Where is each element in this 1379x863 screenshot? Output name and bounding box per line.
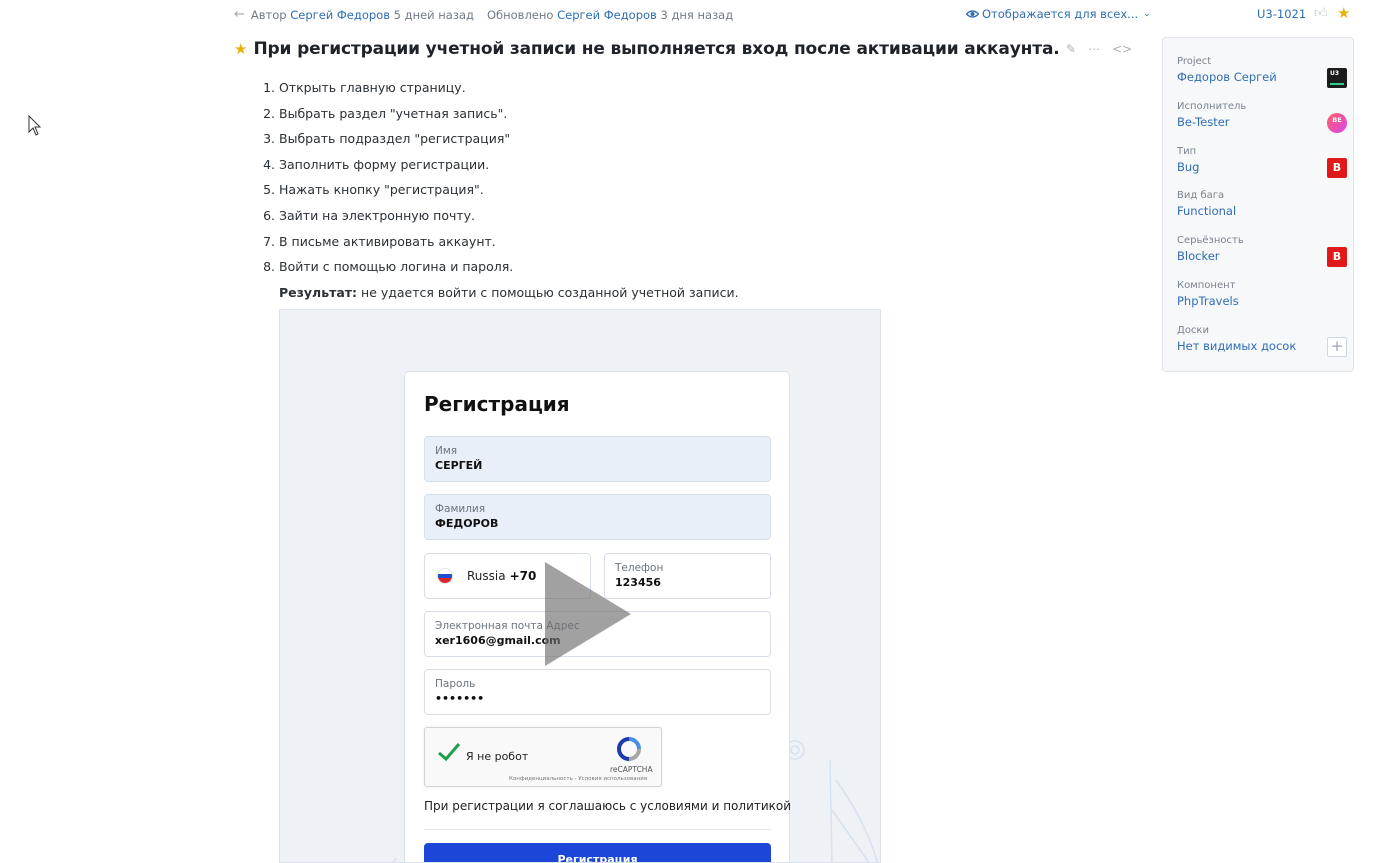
password-label: Пароль bbox=[435, 678, 476, 690]
issue-meta-bar: ← Автор Сергей Федоров 5 дней назад Обно… bbox=[234, 4, 1354, 23]
form-title: Регистрация bbox=[424, 392, 570, 416]
play-icon[interactable] bbox=[545, 562, 633, 666]
prop-label: Доски bbox=[1177, 325, 1209, 336]
issue-title-row: ★ При регистрации учетной записи не выпо… bbox=[234, 39, 1060, 59]
prop-bug-kind: Вид бага Functional bbox=[1177, 190, 1347, 218]
result-text: не удается войти с помощью созданной уче… bbox=[357, 285, 739, 300]
first-name-field[interactable]: Имя СЕРГЕЙ bbox=[424, 436, 771, 482]
prop-type: Тип Bug B bbox=[1177, 146, 1347, 178]
prop-value[interactable]: Федоров Сергей bbox=[1177, 70, 1347, 84]
author-link[interactable]: Сергей Федоров bbox=[290, 8, 390, 22]
country-code: +70 bbox=[509, 569, 537, 583]
visibility-label: Отображается для всех... bbox=[982, 7, 1139, 21]
prop-label: Исполнитель bbox=[1177, 101, 1247, 112]
prop-label: Вид бага bbox=[1177, 190, 1225, 201]
recaptcha-icon bbox=[616, 737, 641, 761]
title-actions: ✎ ⋯ <> bbox=[1066, 42, 1132, 56]
consent-text: При регистрации я соглашаюсь с условиями… bbox=[424, 799, 792, 813]
prop-label: Серьёзность bbox=[1177, 235, 1244, 246]
prop-component: Компонент PhpTravels bbox=[1177, 280, 1347, 308]
star-icon[interactable]: ★ bbox=[234, 40, 247, 58]
prop-value[interactable]: Functional bbox=[1177, 204, 1347, 218]
prop-value[interactable]: Bug bbox=[1177, 160, 1347, 174]
prop-label: Project bbox=[1177, 56, 1212, 67]
prop-label: Тип bbox=[1177, 146, 1197, 157]
last-name-value: ФЕДОРОВ bbox=[435, 517, 499, 530]
checkmark-icon bbox=[438, 743, 461, 762]
first-name-label: Имя bbox=[435, 445, 458, 457]
avatar: BE bbox=[1327, 113, 1347, 133]
star-icon[interactable]: ★ bbox=[1337, 4, 1350, 22]
captcha-brand: reCAPTCHA bbox=[610, 765, 653, 774]
email-value: xer1606@gmail.com bbox=[435, 634, 561, 647]
created-ago: 5 дней назад bbox=[393, 7, 474, 22]
pencil-icon[interactable]: ✎ bbox=[1066, 42, 1076, 56]
updated-prefix: Обновлено bbox=[486, 7, 554, 22]
issue-id-link[interactable]: U3-1021 bbox=[1257, 7, 1306, 21]
thumbs-up-icon[interactable]: 👍︎ bbox=[1314, 6, 1328, 21]
result-label: Результат: bbox=[279, 285, 358, 300]
updater-link[interactable]: Сергей Федоров bbox=[557, 8, 657, 22]
prop-boards: Доски Нет видимых досок + bbox=[1177, 325, 1347, 357]
step-item: Открыть главную страницу. bbox=[279, 79, 513, 105]
eye-icon bbox=[966, 10, 979, 18]
prop-value[interactable]: Blocker bbox=[1177, 249, 1347, 263]
updated-ago: 3 дня назад bbox=[660, 7, 734, 22]
register-button[interactable]: Регистрация bbox=[424, 843, 771, 862]
step-item: В письме активировать аккаунт. bbox=[279, 233, 513, 259]
prop-project: Project Федоров Сергей U3 bbox=[1177, 56, 1347, 88]
step-item: Нажать кнопку "регистрация". bbox=[279, 181, 513, 207]
chevron-down-icon: ⌄ bbox=[1143, 9, 1151, 19]
last-name-field[interactable]: Фамилия ФЕДОРОВ bbox=[424, 494, 771, 540]
prop-value[interactable]: Нет видимых досок bbox=[1177, 339, 1347, 353]
prop-value[interactable]: PhpTravels bbox=[1177, 294, 1347, 308]
captcha-footer: Конфиденциальность - Условия использован… bbox=[509, 776, 648, 782]
steps-list: Открыть главную страницу. Выбрать раздел… bbox=[262, 79, 513, 284]
step-item: Выбрать подраздел "регистрация" bbox=[279, 130, 513, 156]
attachment-video[interactable]: Регистрация Имя СЕРГЕЙ Фамилия ФЕДОРОВ R… bbox=[279, 309, 881, 863]
prop-assignee: Исполнитель Be-Tester BE bbox=[1177, 101, 1347, 133]
result-line: Результат: не удается войти с помощью со… bbox=[279, 285, 739, 300]
more-icon[interactable]: ⋯ bbox=[1088, 42, 1100, 56]
recaptcha-widget[interactable]: Я не робот reCAPTCHA Конфиденциальность … bbox=[424, 727, 662, 787]
project-avatar: U3 bbox=[1327, 68, 1347, 88]
prop-label: Компонент bbox=[1177, 280, 1236, 291]
step-item: Зайти на электронную почту. bbox=[279, 207, 513, 233]
password-field[interactable]: Пароль ••••••• bbox=[424, 669, 771, 715]
cursor-icon bbox=[28, 115, 42, 136]
visibility-dropdown[interactable]: Отображается для всех... ⌄ bbox=[966, 7, 1151, 21]
step-item: Войти с помощью логина и пароля. bbox=[279, 258, 513, 284]
arrow-left-icon[interactable]: ← bbox=[234, 7, 245, 22]
prop-severity: Серьёзность Blocker B bbox=[1177, 235, 1347, 267]
prop-value[interactable]: Be-Tester bbox=[1177, 115, 1347, 129]
russia-flag-icon bbox=[437, 568, 453, 584]
type-badge: B bbox=[1327, 158, 1347, 178]
properties-panel: Project Федоров Сергей U3 Исполнитель Be… bbox=[1162, 37, 1354, 372]
country-name: Russia bbox=[467, 569, 506, 583]
password-value: ••••••• bbox=[435, 692, 485, 705]
issue-title: При регистрации учетной записи не выполн… bbox=[253, 39, 1060, 59]
step-item: Заполнить форму регистрации. bbox=[279, 156, 513, 182]
step-item: Выбрать раздел "учетная запись". bbox=[279, 105, 513, 131]
severity-badge: B bbox=[1327, 247, 1347, 267]
author-prefix: Автор bbox=[250, 7, 287, 22]
captcha-text: Я не робот bbox=[466, 750, 529, 763]
code-icon[interactable]: <> bbox=[1112, 42, 1132, 56]
first-name-value: СЕРГЕЙ bbox=[435, 459, 483, 472]
plus-icon[interactable]: + bbox=[1327, 337, 1347, 357]
divider bbox=[424, 829, 771, 830]
last-name-label: Фамилия bbox=[435, 503, 486, 515]
